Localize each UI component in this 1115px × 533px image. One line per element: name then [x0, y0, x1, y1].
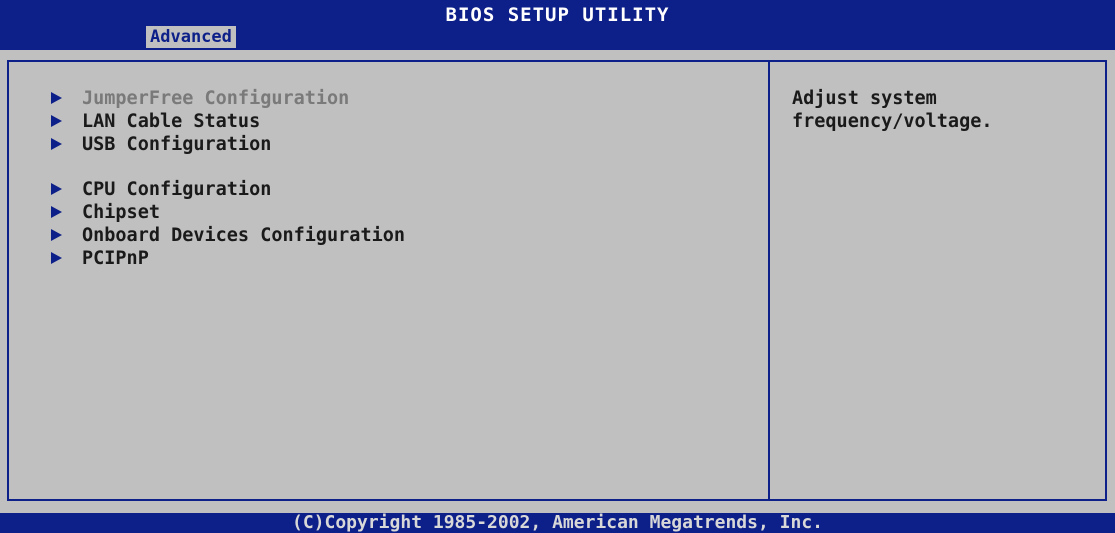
help-text-line: frequency/voltage. — [792, 111, 993, 132]
bios-screen: BIOS SETUP UTILITY Advanced JumperFree C… — [0, 0, 1115, 533]
window-title: BIOS SETUP UTILITY — [445, 4, 670, 26]
menu-item-label: LAN Cable Status — [82, 111, 261, 132]
help-text-line: Adjust system — [792, 88, 937, 109]
panel-divider — [768, 62, 770, 499]
menu-item-label: CPU Configuration — [82, 179, 272, 200]
menu-item-label: PCIPnP — [82, 248, 149, 269]
title-bar: BIOS SETUP UTILITY Advanced — [0, 0, 1115, 50]
right-arrow-icon — [51, 115, 62, 127]
menu-item-label: JumperFree Configuration — [82, 88, 350, 109]
footer-bar: (C)Copyright 1985-2002, American Megatre… — [0, 513, 1115, 533]
right-arrow-icon — [51, 183, 62, 195]
menu-item-label: USB Configuration — [82, 134, 272, 155]
menu-item-label: Chipset — [82, 202, 160, 223]
right-arrow-icon — [51, 229, 62, 241]
main-panel: JumperFree Configuration LAN Cable Statu… — [7, 60, 1107, 501]
right-arrow-icon — [51, 206, 62, 218]
tab-advanced[interactable]: Advanced — [146, 26, 236, 48]
right-arrow-icon — [51, 252, 62, 264]
right-arrow-icon — [51, 92, 62, 104]
menu-item-label: Onboard Devices Configuration — [82, 225, 406, 246]
help-panel: Adjust system frequency/voltage. — [792, 87, 1092, 133]
copyright-text: (C)Copyright 1985-2002, American Megatre… — [291, 512, 823, 533]
right-arrow-icon — [51, 138, 62, 150]
